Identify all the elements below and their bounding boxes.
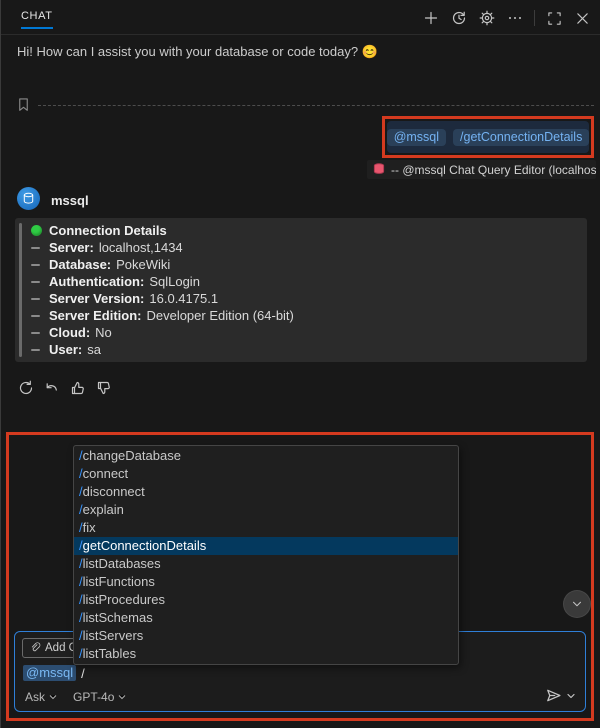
command-item-connect[interactable]: /connect <box>74 465 458 483</box>
agent-badge: @mssql <box>386 128 447 146</box>
row-label: User: <box>49 342 83 357</box>
row-value: PokeWiki <box>116 257 171 272</box>
connection-details-block: Connection Details Server: localhost,143… <box>15 218 587 362</box>
mode-label: Ask <box>25 690 46 704</box>
tooltip-text: -- @mssql Chat Query Editor (localhost,1 <box>391 162 596 177</box>
connection-row-server: Server: localhost,1434 <box>31 239 579 256</box>
title-bar: CHAT <box>1 0 600 35</box>
agent-token: @mssql <box>23 665 77 681</box>
typed-text: / <box>81 665 85 681</box>
send-icon[interactable] <box>545 687 562 704</box>
bookmark-icon[interactable] <box>16 97 31 112</box>
dash-bullet <box>31 297 49 300</box>
scroll-down-button[interactable] <box>563 590 591 618</box>
connection-title-row: Connection Details <box>31 222 579 239</box>
new-chat-icon[interactable] <box>422 9 440 27</box>
connection-row-cloud: Cloud: No <box>31 324 579 341</box>
connection-title: Connection Details <box>49 223 167 238</box>
user-request-annotation: @mssql /getConnectionDetails <box>382 116 594 158</box>
checkpoint-divider <box>38 105 594 106</box>
chat-panel: CHAT Hi! How can I assist you with your … <box>0 0 600 728</box>
status-green-dot <box>31 225 42 236</box>
input-controls: Ask GPT-4o <box>25 690 126 704</box>
row-value: SqlLogin <box>149 274 200 289</box>
maximize-icon[interactable] <box>545 9 563 27</box>
row-value: sa <box>87 342 101 357</box>
command-item-listSchemas[interactable]: /listSchemas <box>74 609 458 627</box>
retry-icon[interactable] <box>15 377 37 399</box>
block-scrollbar[interactable] <box>19 223 22 357</box>
row-label: Server: <box>49 240 94 255</box>
tab-chat[interactable]: CHAT <box>21 10 53 29</box>
connection-row-database: Database: PokeWiki <box>31 256 579 273</box>
thumbs-up-icon[interactable] <box>67 377 89 399</box>
model-selector[interactable]: GPT-4o <box>73 690 126 704</box>
command-item-listServers[interactable]: /listServers <box>74 627 458 645</box>
gear-icon[interactable] <box>478 9 496 27</box>
database-icon <box>373 163 385 176</box>
dash-bullet <box>31 331 49 334</box>
row-value: 16.0.4175.1 <box>149 291 219 306</box>
row-value: localhost,1434 <box>98 240 183 255</box>
command-item-fix[interactable]: /fix <box>74 519 458 537</box>
user-request-bubble: @mssql /getConnectionDetails <box>386 121 590 153</box>
row-label: Authentication: <box>49 274 145 289</box>
row-label: Database: <box>49 257 112 272</box>
titlebar-divider <box>534 10 535 26</box>
dash-bullet <box>31 280 49 283</box>
command-badge: /getConnectionDetails <box>453 128 590 146</box>
command-item-changeDatabase[interactable]: /changeDatabase <box>74 447 458 465</box>
mode-selector[interactable]: Ask <box>25 690 57 704</box>
row-label: Server Edition: <box>49 308 142 323</box>
more-actions-icon[interactable] <box>506 9 524 27</box>
command-item-listDatabases[interactable]: /listDatabases <box>74 555 458 573</box>
command-item-explain[interactable]: /explain <box>74 501 458 519</box>
history-icon[interactable] <box>450 9 468 27</box>
send-area <box>545 687 575 704</box>
command-item-listTables[interactable]: /listTables <box>74 645 458 663</box>
dash-bullet <box>31 246 49 249</box>
dash-bullet <box>31 263 49 266</box>
thumbs-down-icon[interactable] <box>93 377 115 399</box>
connection-row-user: User: sa <box>31 341 579 358</box>
connection-details-content: Connection Details Server: localhost,143… <box>31 222 579 358</box>
row-label: Server Version: <box>49 291 145 306</box>
close-icon[interactable] <box>573 9 591 27</box>
mssql-avatar <box>17 187 40 210</box>
command-item-getConnectionDetails[interactable]: /getConnectionDetails <box>74 537 458 555</box>
connection-row-authentication: Authentication: SqlLogin <box>31 273 579 290</box>
command-item-disconnect[interactable]: /disconnect <box>74 483 458 501</box>
model-label: GPT-4o <box>73 690 115 704</box>
response-actions <box>15 377 115 399</box>
command-item-listProcedures[interactable]: /listProcedures <box>74 591 458 609</box>
dash-bullet <box>31 314 49 317</box>
agent-name: mssql <box>51 193 89 208</box>
row-label: Cloud: <box>49 325 91 340</box>
dash-bullet <box>31 348 49 351</box>
titlebar-actions <box>422 9 591 27</box>
command-item-listFunctions[interactable]: /listFunctions <box>74 573 458 591</box>
slash-command-dropdown: /changeDatabase /connect /disconnect /ex… <box>73 445 459 665</box>
command-detail-tooltip: -- @mssql Chat Query Editor (localhost,1 <box>367 160 596 179</box>
chevron-down-icon <box>570 597 584 611</box>
send-options-chevron-icon[interactable] <box>567 692 575 700</box>
row-value: No <box>95 325 112 340</box>
status-dot-col <box>31 225 49 236</box>
undo-icon[interactable] <box>41 377 63 399</box>
connection-row-server-edition: Server Edition: Developer Edition (64-bi… <box>31 307 579 324</box>
assistant-greeting-message: Hi! How can I assist you with your datab… <box>17 44 378 59</box>
chat-input[interactable]: @mssql / <box>23 665 85 681</box>
connection-row-server-version: Server Version: 16.0.4175.1 <box>31 290 579 307</box>
row-value: Developer Edition (64-bit) <box>146 308 294 323</box>
paperclip-icon <box>30 642 41 654</box>
